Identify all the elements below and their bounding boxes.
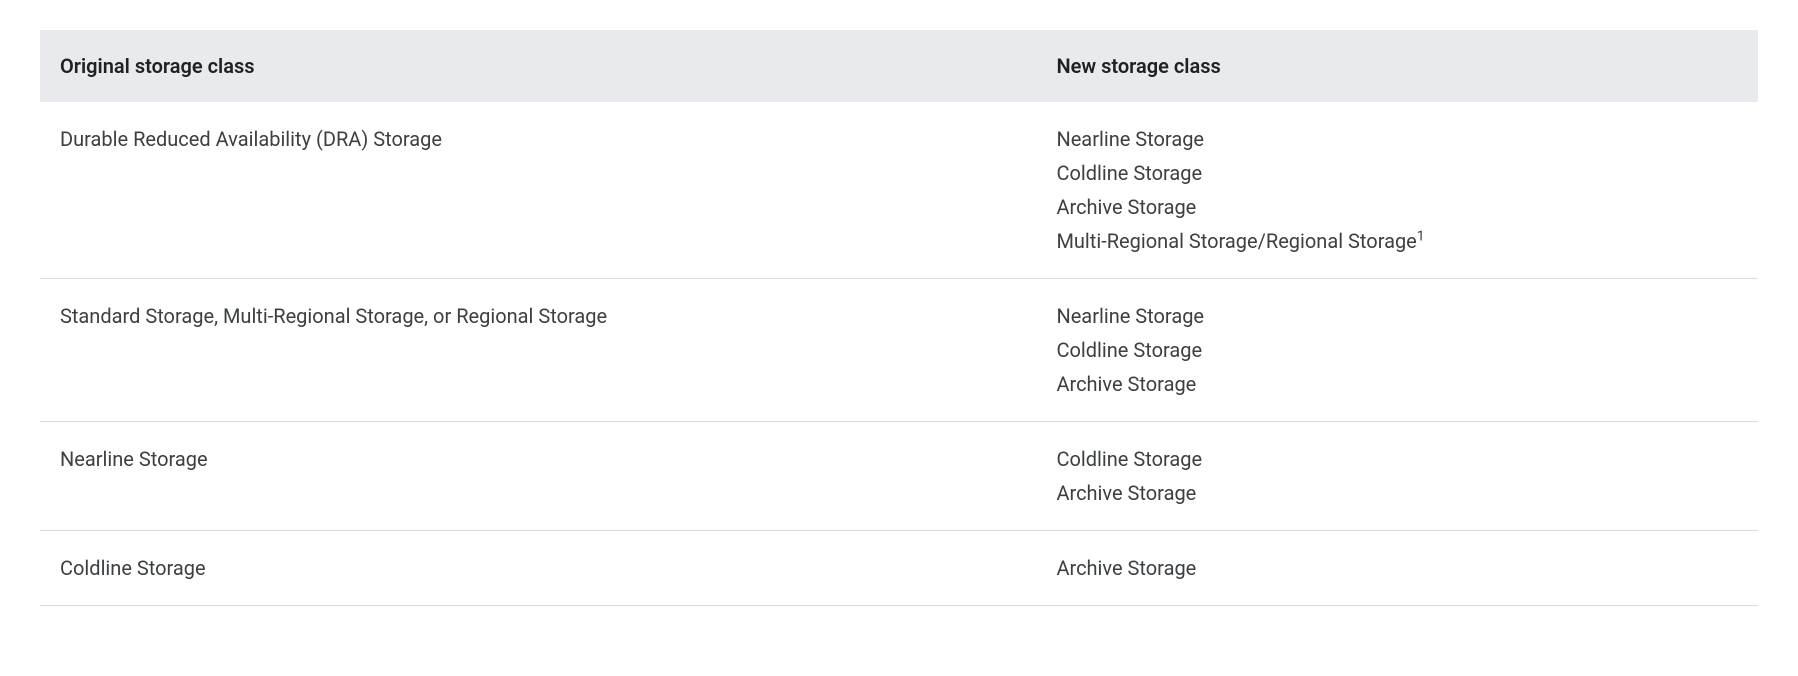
original-storage-cell: Nearline Storage bbox=[40, 422, 1036, 531]
storage-class-table: Original storage class New storage class… bbox=[40, 30, 1758, 606]
new-storage-text: Coldline Storage bbox=[1056, 161, 1202, 185]
table-row: Durable Reduced Availability (DRA) Stora… bbox=[40, 102, 1758, 279]
new-storage-text: Archive Storage bbox=[1056, 556, 1196, 580]
new-storage-text: Nearline Storage bbox=[1056, 127, 1204, 151]
new-storage-text: Multi-Regional Storage/Regional Storage bbox=[1056, 229, 1416, 253]
table-row: Nearline Storage Coldline Storage Archive … bbox=[40, 422, 1758, 531]
new-storage-cell: Nearline Storage Coldline Storage Archive … bbox=[1036, 279, 1758, 422]
header-new: New storage class bbox=[1036, 30, 1758, 102]
header-original: Original storage class bbox=[40, 30, 1036, 102]
table-row: Standard Storage, Multi-Regional Storage… bbox=[40, 279, 1758, 422]
new-storage-text: Archive Storage bbox=[1056, 372, 1196, 396]
table-body: Durable Reduced Availability (DRA) Stora… bbox=[40, 102, 1758, 606]
table-header-row: Original storage class New storage class bbox=[40, 30, 1758, 102]
new-storage-text: Nearline Storage bbox=[1056, 304, 1204, 328]
new-storage-item: Nearline Storage bbox=[1056, 299, 1738, 333]
new-storage-item: Archive Storage bbox=[1056, 367, 1738, 401]
new-storage-item: Coldline Storage bbox=[1056, 156, 1738, 190]
new-storage-item: Coldline Storage bbox=[1056, 442, 1738, 476]
new-storage-item: Archive Storage bbox=[1056, 190, 1738, 224]
original-storage-cell: Durable Reduced Availability (DRA) Stora… bbox=[40, 102, 1036, 279]
new-storage-item: Multi-Regional Storage/Regional Storage1 bbox=[1056, 224, 1738, 258]
table-row: Coldline Storage Archive Storage bbox=[40, 531, 1758, 606]
new-storage-text: Coldline Storage bbox=[1056, 447, 1202, 471]
new-storage-text: Archive Storage bbox=[1056, 195, 1196, 219]
new-storage-item: Archive Storage bbox=[1056, 476, 1738, 510]
new-storage-text: Archive Storage bbox=[1056, 481, 1196, 505]
original-storage-cell: Coldline Storage bbox=[40, 531, 1036, 606]
new-storage-item: Nearline Storage bbox=[1056, 122, 1738, 156]
footnote-superscript: 1 bbox=[1417, 228, 1425, 244]
new-storage-item: Archive Storage bbox=[1056, 551, 1738, 585]
new-storage-cell: Coldline Storage Archive Storage bbox=[1036, 422, 1758, 531]
new-storage-cell: Nearline Storage Coldline Storage Archive … bbox=[1036, 102, 1758, 279]
new-storage-text: Coldline Storage bbox=[1056, 338, 1202, 362]
new-storage-cell: Archive Storage bbox=[1036, 531, 1758, 606]
original-storage-cell: Standard Storage, Multi-Regional Storage… bbox=[40, 279, 1036, 422]
new-storage-item: Coldline Storage bbox=[1056, 333, 1738, 367]
